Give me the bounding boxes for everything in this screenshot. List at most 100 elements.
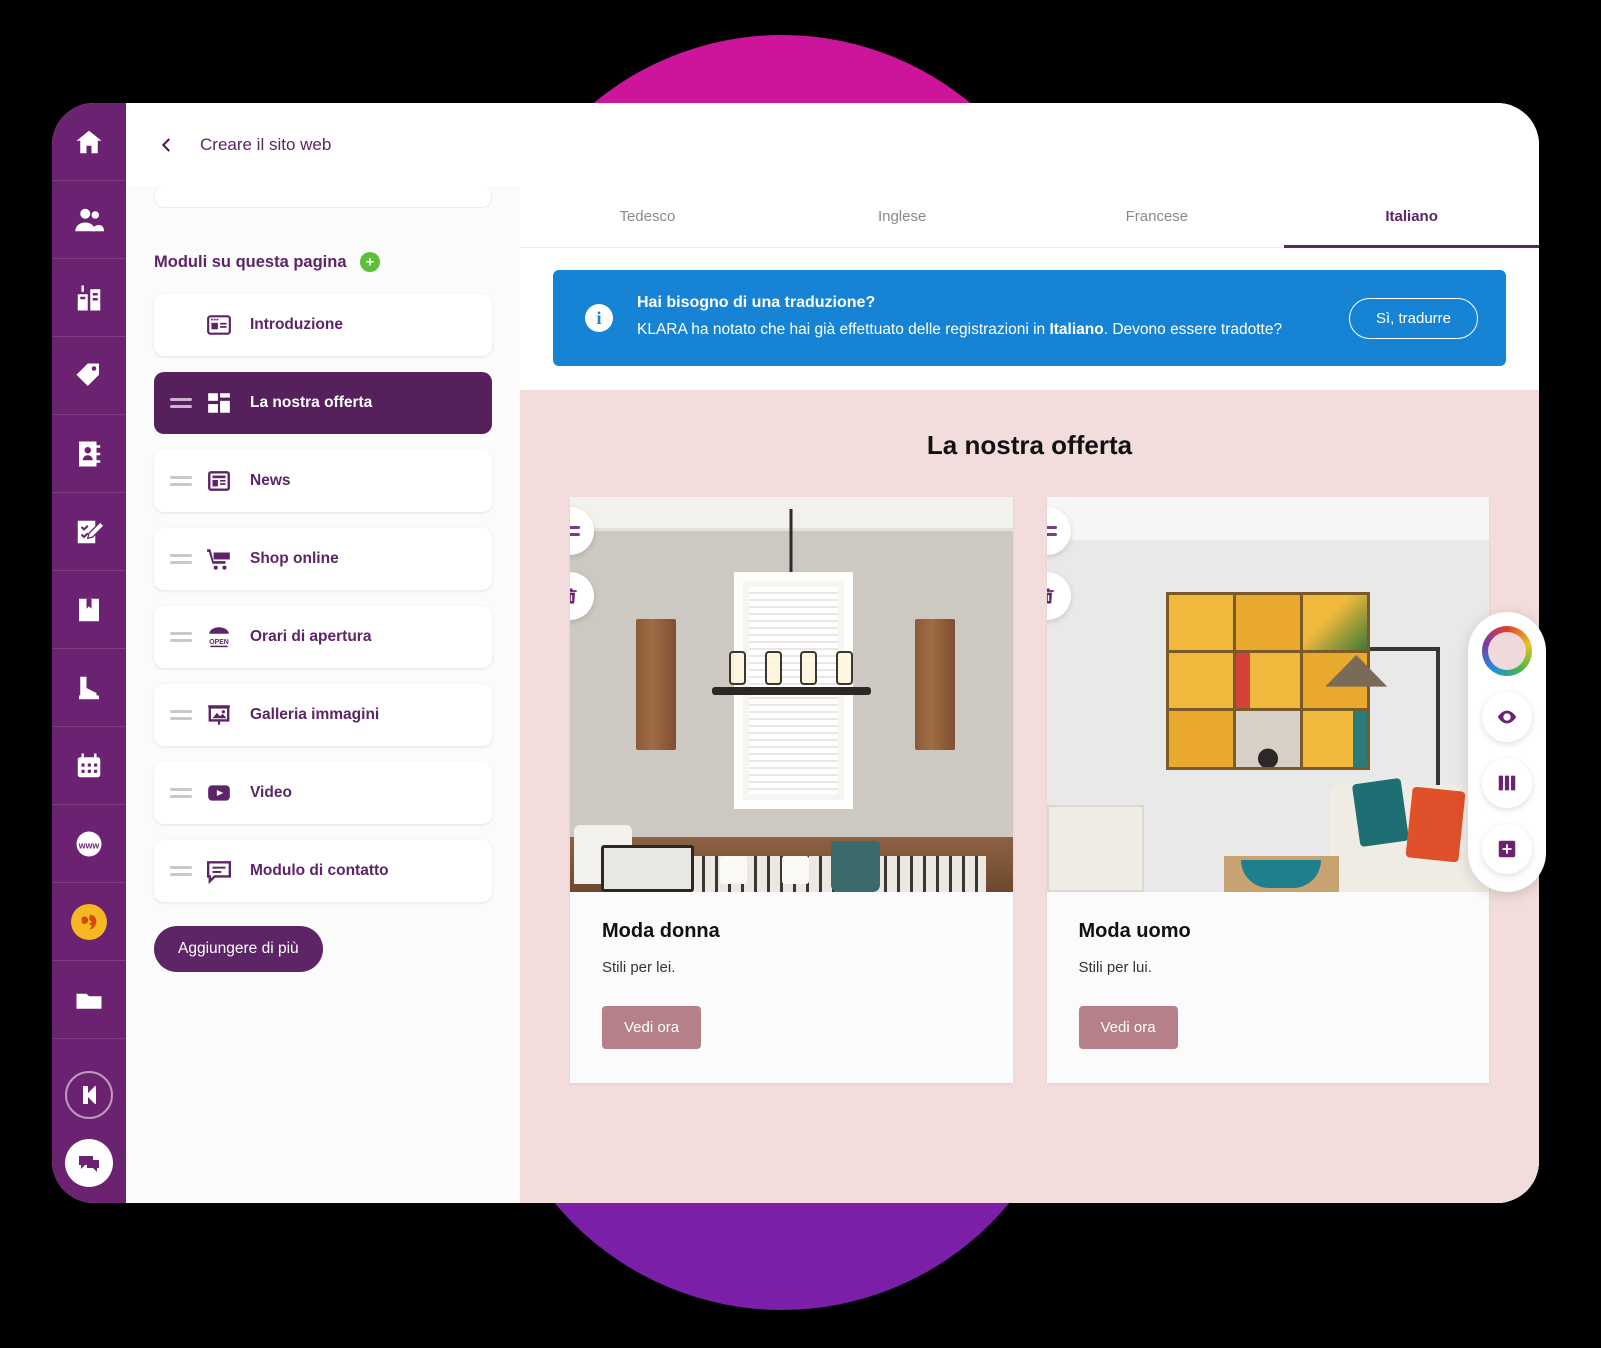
- shopping-cart-icon: [202, 546, 236, 572]
- newspaper-icon: [202, 468, 236, 494]
- nav-book-bookmark-icon[interactable]: [52, 571, 126, 649]
- trash-icon[interactable]: [570, 572, 594, 621]
- module-item-label: Orari di apertura: [250, 628, 372, 645]
- module-item-orari-di-apertura[interactable]: OPEN Orari di apertura: [154, 606, 492, 668]
- main-area: Creare il sito web Moduli su questa pagi…: [126, 103, 1539, 1203]
- module-item-modulo-di-contatto[interactable]: Modulo di contatto: [154, 840, 492, 902]
- klara-logo-icon[interactable]: [65, 1071, 113, 1119]
- top-bar: Creare il sito web: [126, 103, 1539, 186]
- svg-text:www: www: [78, 840, 100, 850]
- module-item-shop-online[interactable]: Shop online: [154, 528, 492, 590]
- module-item-la-nostra-offerta[interactable]: La nostra offerta: [154, 372, 492, 434]
- dining-room-illustration: [570, 497, 1013, 893]
- banner-title: Hai bisogno di una traduzione?: [637, 294, 876, 311]
- card-cta-button[interactable]: Vedi ora: [1078, 1006, 1178, 1050]
- info-circle-icon: i: [585, 304, 613, 332]
- drag-handle-icon[interactable]: [170, 866, 192, 876]
- color-wheel-icon[interactable]: [1482, 626, 1532, 676]
- tab-inglese[interactable]: Inglese: [775, 186, 1030, 247]
- language-tabs: Tedesco Inglese Francese Italiano: [520, 186, 1539, 248]
- module-item-galleria-immagini[interactable]: Galleria immagini: [154, 684, 492, 746]
- eye-icon[interactable]: [1482, 692, 1532, 742]
- module-item-label: Video: [250, 784, 292, 801]
- trash-icon[interactable]: [1046, 572, 1071, 621]
- back-chevron-icon[interactable]: [156, 134, 178, 156]
- site-preview: Tedesco Inglese Francese Italiano i Hai …: [520, 186, 1539, 1203]
- tab-tedesco[interactable]: Tedesco: [520, 186, 775, 247]
- module-panel-heading: Moduli su questa pagina: [154, 252, 347, 271]
- intro-page-icon: [202, 312, 236, 338]
- columns-icon[interactable]: [1482, 758, 1532, 808]
- badge-circle: [71, 903, 107, 940]
- drag-handle-icon[interactable]: [170, 398, 192, 408]
- drag-handle-icon[interactable]: [170, 554, 192, 564]
- module-item-label: La nostra offerta: [250, 394, 373, 411]
- page-title: Creare il sito web: [200, 134, 332, 154]
- nav-www-globe-icon[interactable]: www: [52, 805, 126, 883]
- card-photo-living-room: [1046, 497, 1489, 893]
- module-item-news[interactable]: News: [154, 450, 492, 512]
- translation-banner-wrapper: i Hai bisogno di una traduzione? KLARA h…: [520, 248, 1539, 391]
- card-cta-button[interactable]: Vedi ora: [602, 1006, 702, 1050]
- add-more-button[interactable]: Aggiungere di più: [154, 926, 323, 972]
- banner-body-language: Italiano: [1049, 321, 1104, 338]
- module-item-label: Galleria immagini: [250, 706, 380, 723]
- page-canvas: La nostra offerta Moda donna Stili per l…: [520, 390, 1539, 1203]
- module-item-video[interactable]: Video: [154, 762, 492, 824]
- drag-handle-icon[interactable]: [170, 788, 192, 798]
- nav-tag-icon[interactable]: [52, 337, 126, 415]
- living-room-illustration: [1046, 497, 1489, 893]
- contact-form-icon: [202, 858, 236, 884]
- content-row: Moduli su questa pagina Introduzione La …: [126, 186, 1539, 1203]
- scrolled-card-remnant: [154, 186, 492, 208]
- plus-square-icon[interactable]: [1482, 824, 1532, 874]
- nav-home-icon[interactable]: [52, 103, 126, 181]
- nav-badge-icon[interactable]: [52, 883, 126, 961]
- card-subtitle: Stili per lei.: [602, 959, 676, 977]
- drag-handle-icon[interactable]: [170, 632, 192, 642]
- module-item-label: News: [250, 472, 291, 489]
- card-tools: [570, 507, 594, 621]
- banner-body: KLARA ha notato che hai già effettuato d…: [637, 318, 1325, 342]
- offer-card-moda-donna[interactable]: Moda donna Stili per lei. Vedi ora: [570, 497, 1013, 1084]
- nav-checklist-edit-icon[interactable]: [52, 493, 126, 571]
- app-window: www Creare il sito web Moduli su questa …: [52, 103, 1539, 1203]
- nav-calendar-icon[interactable]: [52, 727, 126, 805]
- video-play-icon: [202, 780, 236, 806]
- chat-bubbles-icon[interactable]: [65, 1139, 113, 1187]
- card-title: Moda donna: [602, 920, 720, 943]
- image-gallery-icon: [202, 702, 236, 728]
- svg-text:OPEN: OPEN: [209, 639, 229, 646]
- nav-address-book-icon[interactable]: [52, 415, 126, 493]
- tab-francese[interactable]: Francese: [1030, 186, 1285, 247]
- card-body: Moda donna Stili per lei. Vedi ora: [570, 892, 1013, 1083]
- primary-nav-rail: www: [52, 103, 126, 1203]
- nav-building-icon[interactable]: [52, 259, 126, 337]
- offer-cards-row: Moda donna Stili per lei. Vedi ora Moda …: [570, 497, 1489, 1084]
- floating-design-toolbar: [1468, 612, 1546, 892]
- card-subtitle: Stili per lui.: [1078, 959, 1152, 977]
- drag-handle-icon[interactable]: [170, 476, 192, 486]
- drag-handle-icon[interactable]: [570, 507, 594, 556]
- drag-handle-icon[interactable]: [1046, 507, 1071, 556]
- banner-body-part1: KLARA ha notato che hai già effettuato d…: [637, 321, 1050, 338]
- banner-body-part2: . Devono essere tradotte?: [1103, 321, 1283, 338]
- nav-boot-icon[interactable]: [52, 649, 126, 727]
- nav-folder-icon[interactable]: [52, 961, 126, 1039]
- plus-circle-icon[interactable]: [359, 252, 380, 272]
- translate-button[interactable]: Sì, tradurre: [1348, 297, 1478, 339]
- nav-people-icon[interactable]: [52, 181, 126, 259]
- card-tools: [1046, 507, 1071, 621]
- drag-handle-icon[interactable]: [170, 710, 192, 720]
- grid-blocks-icon: [202, 390, 236, 416]
- card-photo-dining-room: [570, 497, 1013, 893]
- translation-banner: i Hai bisogno di una traduzione? KLARA h…: [553, 270, 1506, 367]
- module-item-introduzione[interactable]: Introduzione: [154, 294, 492, 356]
- tab-italiano[interactable]: Italiano: [1284, 186, 1539, 248]
- open-sign-icon: OPEN: [202, 624, 236, 650]
- module-panel-header: Moduli su questa pagina: [154, 252, 492, 272]
- module-item-label: Modulo di contatto: [250, 862, 389, 879]
- offer-card-moda-uomo[interactable]: Moda uomo Stili per lui. Vedi ora: [1046, 497, 1489, 1084]
- card-title: Moda uomo: [1078, 920, 1191, 943]
- module-item-label: Introduzione: [250, 316, 343, 333]
